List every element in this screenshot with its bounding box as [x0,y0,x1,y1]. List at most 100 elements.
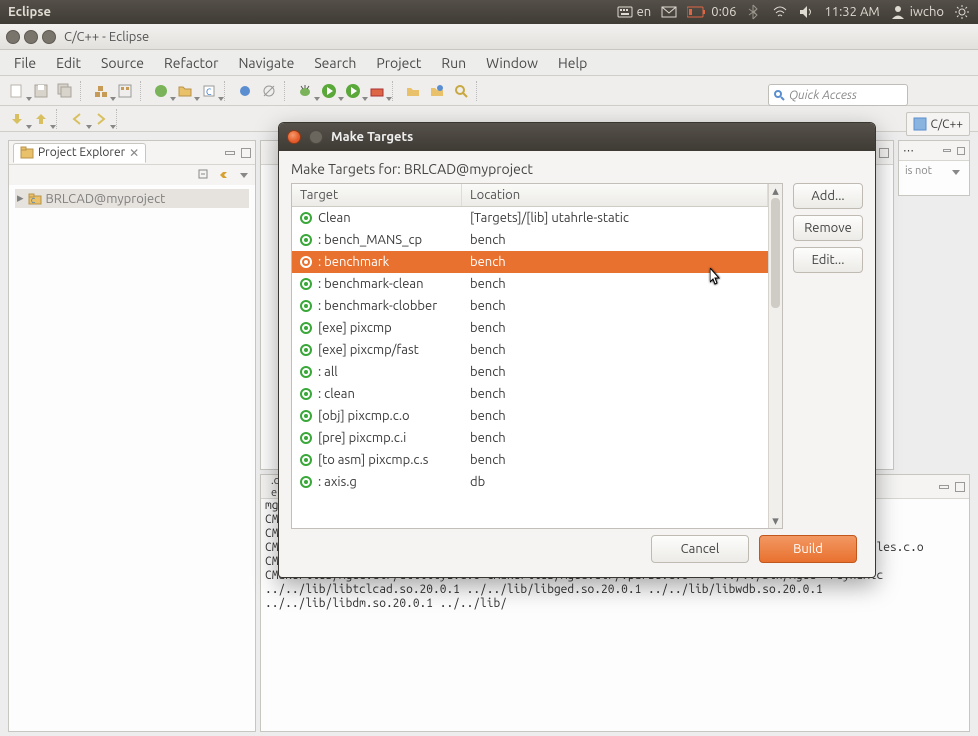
menu-search[interactable]: Search [304,53,366,73]
prev-annotation-button[interactable] [30,108,52,130]
target-location: bench [462,277,768,291]
target-location: bench [462,233,768,247]
table-row[interactable]: [exe] pixcmp/fastbench [292,339,768,361]
menu-project[interactable]: Project [366,53,431,73]
cpp-perspective-icon [913,117,927,131]
table-scrollbar[interactable]: ▴ ▾ [768,184,782,528]
network-icon[interactable] [772,4,788,20]
table-row[interactable]: : axis.gdb [292,471,768,493]
sound-icon[interactable] [798,4,814,20]
search-button[interactable] [450,80,472,102]
edit-button[interactable]: Edit... [793,247,863,273]
profile-button[interactable] [342,80,364,102]
new-folder-button[interactable] [174,80,196,102]
view-menu-icon[interactable] [237,168,251,182]
column-header-target[interactable]: Target [292,184,462,206]
dialog-close-icon[interactable] [287,130,301,144]
battery-indicator[interactable]: 0:06 [687,5,736,19]
scroll-up-icon[interactable]: ▴ [769,184,782,198]
clock[interactable]: 11:32 AM [824,5,879,19]
dialog-minimize-icon[interactable] [309,130,323,144]
expand-arrow-icon[interactable]: ▸ [17,191,24,206]
target-name: [exe] pixcmp/fast [318,343,419,357]
skip-breakpoints-button[interactable] [258,80,280,102]
maximize-editor-icon[interactable] [879,148,889,158]
window-close-icon[interactable] [6,30,20,44]
dialog-subtitle: Make Targets for: BRLCAD@myproject [291,161,863,177]
maximize-console-icon[interactable] [955,482,965,492]
table-row[interactable]: : benchmarkbench [292,251,768,273]
new-button[interactable] [6,80,28,102]
target-location: bench [462,431,768,445]
window-maximize-icon[interactable] [42,30,56,44]
target-icon [300,212,312,224]
cancel-button[interactable]: Cancel [651,535,749,563]
external-tools-button[interactable] [366,80,388,102]
table-row[interactable]: : cleanbench [292,383,768,405]
menu-navigate[interactable]: Navigate [228,53,304,73]
run-button[interactable] [318,80,340,102]
view-menu-stub-icon[interactable] [949,165,963,179]
table-row[interactable]: : allbench [292,361,768,383]
target-location: bench [462,321,768,335]
column-header-location[interactable]: Location [462,184,768,206]
minimize-console-icon[interactable] [939,485,949,489]
bluetooth-icon[interactable] [746,4,762,20]
menu-help[interactable]: Help [548,53,597,73]
table-row[interactable]: [to asm] pixcmp.c.sbench [292,449,768,471]
menu-file[interactable]: File [4,53,46,73]
menu-source[interactable]: Source [91,53,154,73]
debug-button[interactable] [294,80,316,102]
perspective-switcher[interactable]: C/C++ [906,112,970,136]
search-icon [773,89,785,101]
table-row[interactable]: : bench_MANS_cpbench [292,229,768,251]
save-button[interactable] [30,80,52,102]
keyboard-indicator[interactable]: en [617,4,652,20]
gear-icon[interactable] [954,4,970,20]
mail-indicator-icon[interactable] [661,4,677,20]
menubar: File Edit Source Refactor Navigate Searc… [0,50,978,76]
menu-edit[interactable]: Edit [46,53,91,73]
scroll-thumb[interactable] [771,198,780,308]
project-explorer-tab[interactable]: Project Explorer ✕ [13,143,146,163]
next-annotation-button[interactable] [6,108,28,130]
menu-run[interactable]: Run [431,53,476,73]
save-all-button[interactable] [54,80,76,102]
menu-refactor[interactable]: Refactor [154,53,228,73]
table-row[interactable]: [obj] pixcmp.c.obench [292,405,768,427]
target-location: bench [462,299,768,313]
build-button[interactable] [90,80,112,102]
table-row[interactable]: : benchmark-clobberbench [292,295,768,317]
back-button[interactable] [66,108,88,130]
target-location: bench [462,365,768,379]
build-button-dialog[interactable]: Build [759,535,857,563]
user-indicator[interactable]: iwcho [890,4,944,20]
table-row[interactable]: [exe] pixcmpbench [292,317,768,339]
new-class-button[interactable] [150,80,172,102]
maximize-stub-icon[interactable] [957,147,965,155]
project-tree-item[interactable]: ▸ C BRLCAD@myproject [15,189,249,208]
table-row[interactable]: Clean[Targets]/[lib] utahrle-static [292,207,768,229]
toggle-breakpoint-button[interactable] [234,80,256,102]
open-resource-button[interactable] [426,80,448,102]
collapse-all-icon[interactable] [197,168,211,182]
table-row[interactable]: : benchmark-cleanbench [292,273,768,295]
target-name: [to asm] pixcmp.c.s [318,453,428,467]
dialog-titlebar[interactable]: Make Targets [279,123,875,151]
target-icon [300,256,312,268]
open-type-button[interactable]: C [198,80,220,102]
minimize-view-icon[interactable] [225,151,235,155]
open-project-button[interactable] [402,80,424,102]
scroll-down-icon[interactable]: ▾ [769,514,782,528]
link-editor-icon[interactable] [217,168,231,182]
remove-button[interactable]: Remove [793,215,863,241]
build-all-button[interactable] [114,80,136,102]
window-minimize-icon[interactable] [24,30,38,44]
maximize-view-icon[interactable] [241,148,251,158]
forward-button[interactable] [90,108,112,130]
table-row[interactable]: [pre] pixcmp.c.ibench [292,427,768,449]
minimize-stub-icon[interactable] [943,149,951,152]
add-button[interactable]: Add... [793,183,863,209]
quick-access-input[interactable]: Quick Access [768,84,908,106]
menu-window[interactable]: Window [476,53,548,73]
